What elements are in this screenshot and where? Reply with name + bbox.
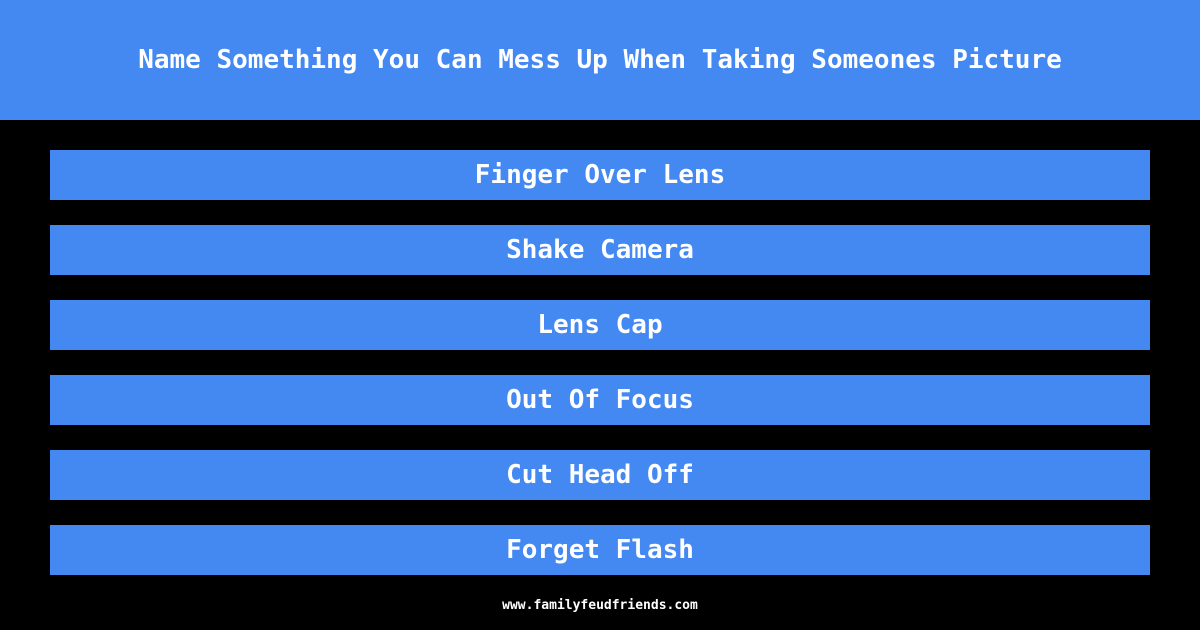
question-title: Name Something You Can Mess Up When Taki…	[138, 45, 1062, 75]
answer-item: Cut Head Off	[50, 450, 1150, 500]
answer-label: Finger Over Lens	[474, 160, 726, 190]
answer-label: Lens Cap	[537, 310, 663, 340]
answer-item: Shake Camera	[50, 225, 1150, 275]
answer-label: Forget Flash	[506, 535, 694, 565]
answer-item: Out Of Focus	[50, 375, 1150, 425]
site-url: www.familyfeudfriends.com	[502, 598, 698, 613]
answer-label: Shake Camera	[506, 235, 694, 265]
answer-label: Out Of Focus	[506, 385, 694, 415]
answer-label: Cut Head Off	[506, 460, 694, 490]
question-header: Name Something You Can Mess Up When Taki…	[0, 0, 1200, 120]
answer-list: Finger Over Lens Shake Camera Lens Cap O…	[50, 150, 1150, 600]
answer-item: Lens Cap	[50, 300, 1150, 350]
answer-item: Forget Flash	[50, 525, 1150, 575]
answer-item: Finger Over Lens	[50, 150, 1150, 200]
